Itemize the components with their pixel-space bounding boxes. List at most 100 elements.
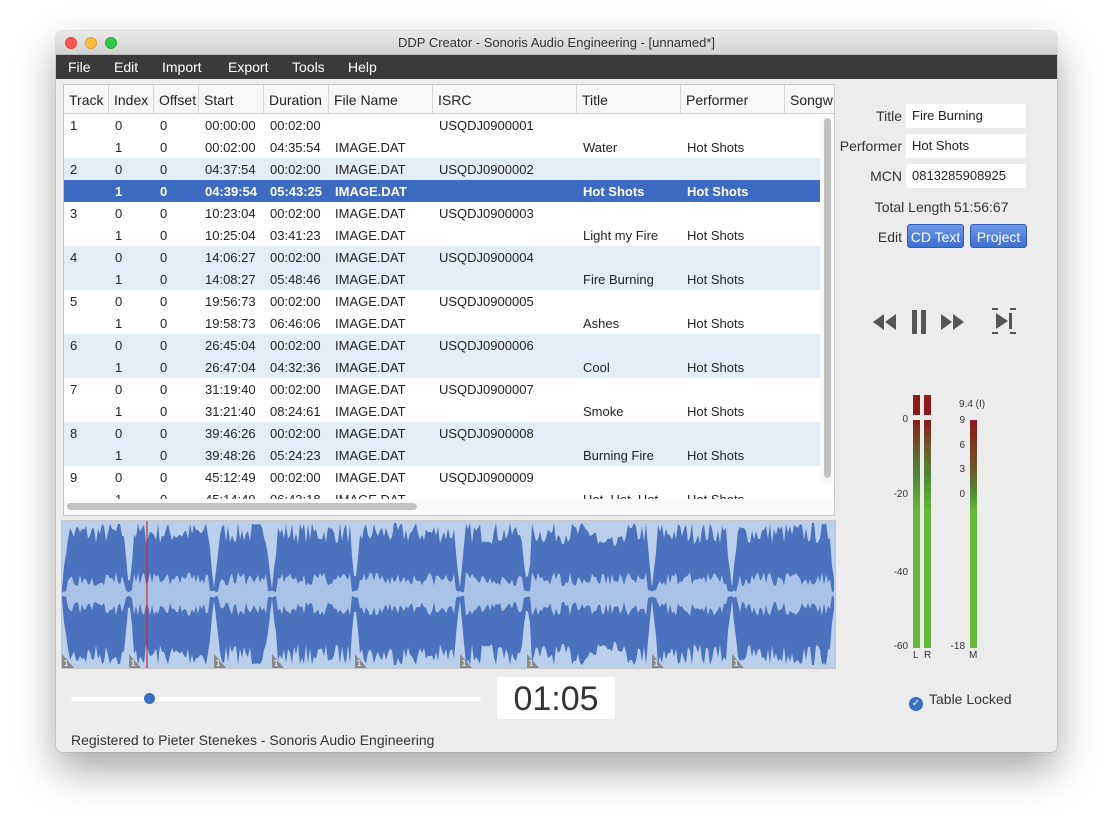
- column-header-track[interactable]: Track: [64, 85, 109, 113]
- table-row[interactable]: 3 0 0 10:23:04 00:02:00 IMAGE.DAT USQDJ0900003: [64, 202, 820, 224]
- table-cell-offset: 0: [160, 250, 168, 265]
- mcn-field[interactable]: 0813285908925: [906, 164, 1026, 188]
- table-cell-performer: [681, 114, 785, 136]
- table-row[interactable]: 8 0 0 39:46:26 00:02:00 IMAGE.DAT USQDJ0900008: [64, 422, 820, 444]
- table-cell-title: [577, 246, 681, 268]
- column-header-title[interactable]: Title: [577, 85, 681, 113]
- table-cell-title: Hot Shots: [583, 184, 645, 199]
- table-cell-index: 1: [115, 404, 123, 419]
- table-cell-performer: Hot Shots: [687, 360, 745, 375]
- table-row[interactable]: 4 0 0 14:06:27 00:02:00 IMAGE.DAT USQDJ0900004: [64, 246, 820, 268]
- table-cell-duration: 06:46:06: [270, 316, 321, 331]
- vertical-scroll-thumb[interactable]: [824, 118, 831, 478]
- column-header-performer[interactable]: Performer: [681, 85, 785, 113]
- menu-help[interactable]: Help: [348, 59, 377, 75]
- menu-export[interactable]: Export: [228, 59, 268, 75]
- table-cell-performer: [681, 422, 785, 444]
- table-row[interactable]: 1 0 10:25:04 03:41:23 IMAGE.DAT Light my Fire…: [64, 224, 820, 246]
- table-locked-toggle[interactable]: ✓ Table Locked: [909, 691, 1012, 711]
- table-cell-performer: [681, 290, 785, 312]
- menu-import[interactable]: Import: [162, 59, 202, 75]
- menu-file[interactable]: File: [68, 59, 91, 75]
- column-header-offset[interactable]: Offset: [154, 85, 199, 113]
- table-cell-track: [64, 312, 109, 334]
- table-cell-performer: [681, 378, 785, 400]
- title-field[interactable]: Fire Burning: [906, 104, 1026, 128]
- table-cell-index: 0: [115, 162, 123, 177]
- table-cell-track: 7: [70, 382, 78, 397]
- table-cell-isrc: [433, 224, 577, 246]
- performer-field[interactable]: Hot Shots: [906, 134, 1026, 158]
- table-cell-file name: IMAGE.DAT: [335, 382, 406, 397]
- peak-channel-left: L: [913, 650, 919, 661]
- table-row[interactable]: 6 0 0 26:45:04 00:02:00 IMAGE.DAT USQDJ0900006: [64, 334, 820, 356]
- table-row[interactable]: 1 0 04:39:54 05:43:25 IMAGE.DAT Hot Shots Hot …: [64, 180, 820, 202]
- column-header-start[interactable]: Start: [199, 85, 264, 113]
- table-cell-isrc: [433, 444, 577, 466]
- table-cell-index: 0: [115, 206, 123, 221]
- table-cell-offset: 0: [160, 118, 168, 133]
- table-cell-duration: 00:02:00: [270, 250, 321, 265]
- project-button[interactable]: Project: [970, 224, 1027, 248]
- table-row[interactable]: 1 0 31:21:40 08:24:61 IMAGE.DAT Smoke Hot Shot…: [64, 400, 820, 422]
- table-row[interactable]: 1 0 19:58:73 06:46:06 IMAGE.DAT Ashes Hot Shot…: [64, 312, 820, 334]
- table-cell-index: 0: [115, 426, 123, 441]
- table-row[interactable]: 1 0 0 00:00:00 00:02:00 USQDJ0900001: [64, 114, 820, 136]
- table-row[interactable]: 5 0 0 19:56:73 00:02:00 IMAGE.DAT USQDJ0900005: [64, 290, 820, 312]
- table-cell-index: 0: [115, 382, 123, 397]
- table-cell-isrc: USQDJ0900007: [439, 382, 534, 397]
- rewind-icon[interactable]: [872, 313, 898, 331]
- table-cell-track: 5: [70, 294, 78, 309]
- fast-forward-icon[interactable]: [940, 313, 966, 331]
- column-header-duration[interactable]: Duration: [264, 85, 329, 113]
- column-header-songw[interactable]: Songw: [785, 85, 834, 113]
- table-cell-start: 31:21:40: [205, 404, 256, 419]
- table-cell-index: 1: [115, 184, 123, 199]
- menu-tools[interactable]: Tools: [292, 59, 325, 75]
- table-row[interactable]: 2 0 0 04:37:54 00:02:00 IMAGE.DAT USQDJ0900002: [64, 158, 820, 180]
- column-header-index[interactable]: Index: [109, 85, 154, 113]
- table-row[interactable]: 1 0 26:47:04 04:32:36 IMAGE.DAT Cool Hot Shots: [64, 356, 820, 378]
- table-cell-file name: IMAGE.DAT: [335, 140, 406, 155]
- column-header-isrc[interactable]: ISRC: [433, 85, 577, 113]
- table-cell-offset: 0: [160, 360, 168, 375]
- column-header-file-name[interactable]: File Name: [329, 85, 433, 113]
- horizontal-scroll-thumb[interactable]: [67, 503, 417, 510]
- table-cell-index: 1: [115, 272, 123, 287]
- peak-meter-left: [913, 395, 920, 648]
- table-cell-track: [64, 356, 109, 378]
- position-slider-track[interactable]: [71, 697, 481, 701]
- cd-text-button[interactable]: CD Text: [907, 224, 964, 248]
- vertical-scrollbar[interactable]: [820, 114, 834, 484]
- table-row[interactable]: 1 0 39:48:26 05:24:23 IMAGE.DAT Burning Fire H…: [64, 444, 820, 466]
- table-cell-file name: IMAGE.DAT: [335, 272, 406, 287]
- table-cell-offset: 0: [160, 316, 168, 331]
- track-marker-label: 1: [216, 659, 221, 668]
- total-length-value: 51:56:67: [954, 199, 1009, 215]
- loudness-channel-label: M: [969, 650, 978, 661]
- loudness-scale-9: 9: [959, 415, 965, 426]
- table-cell-track: 9: [70, 470, 78, 485]
- menu-edit[interactable]: Edit: [114, 59, 138, 75]
- table-row[interactable]: 7 0 0 31:19:40 00:02:00 IMAGE.DAT USQDJ0900007: [64, 378, 820, 400]
- title-bar: DDP Creator - Sonoris Audio Engineering …: [56, 31, 1057, 55]
- track-table[interactable]: Track Index Offset Start Duration File Name IS…: [63, 84, 835, 516]
- table-cell-isrc: [433, 136, 577, 158]
- table-cell-index: 0: [115, 338, 123, 353]
- table-row[interactable]: 1 0 00:02:00 04:35:54 IMAGE.DAT Water Hot Shot…: [64, 136, 820, 158]
- table-cell-performer: Hot Shots: [687, 272, 745, 287]
- table-cell-duration: 00:02:00: [270, 426, 321, 441]
- table-cell-duration: 04:35:54: [270, 140, 321, 155]
- table-row[interactable]: 1 0 14:08:27 05:48:46 IMAGE.DAT Fire Burning H…: [64, 268, 820, 290]
- track-marker-label: 1: [529, 659, 534, 668]
- window-title: DDP Creator - Sonoris Audio Engineering …: [398, 35, 715, 50]
- position-slider-knob[interactable]: [143, 693, 155, 704]
- table-cell-isrc: USQDJ0900009: [439, 470, 534, 485]
- skip-to-marker-icon[interactable]: [991, 308, 1017, 334]
- table-row[interactable]: 9 0 0 45:12:49 00:02:00 IMAGE.DAT USQDJ0900009: [64, 466, 820, 488]
- waveform-view[interactable]: 1 1 1 1 1 1 1 1 1: [61, 520, 836, 669]
- table-cell-start: 00:02:00: [205, 140, 256, 155]
- track-marker-label: 1: [64, 659, 69, 668]
- pause-icon[interactable]: [911, 310, 927, 334]
- horizontal-scrollbar[interactable]: [64, 499, 834, 513]
